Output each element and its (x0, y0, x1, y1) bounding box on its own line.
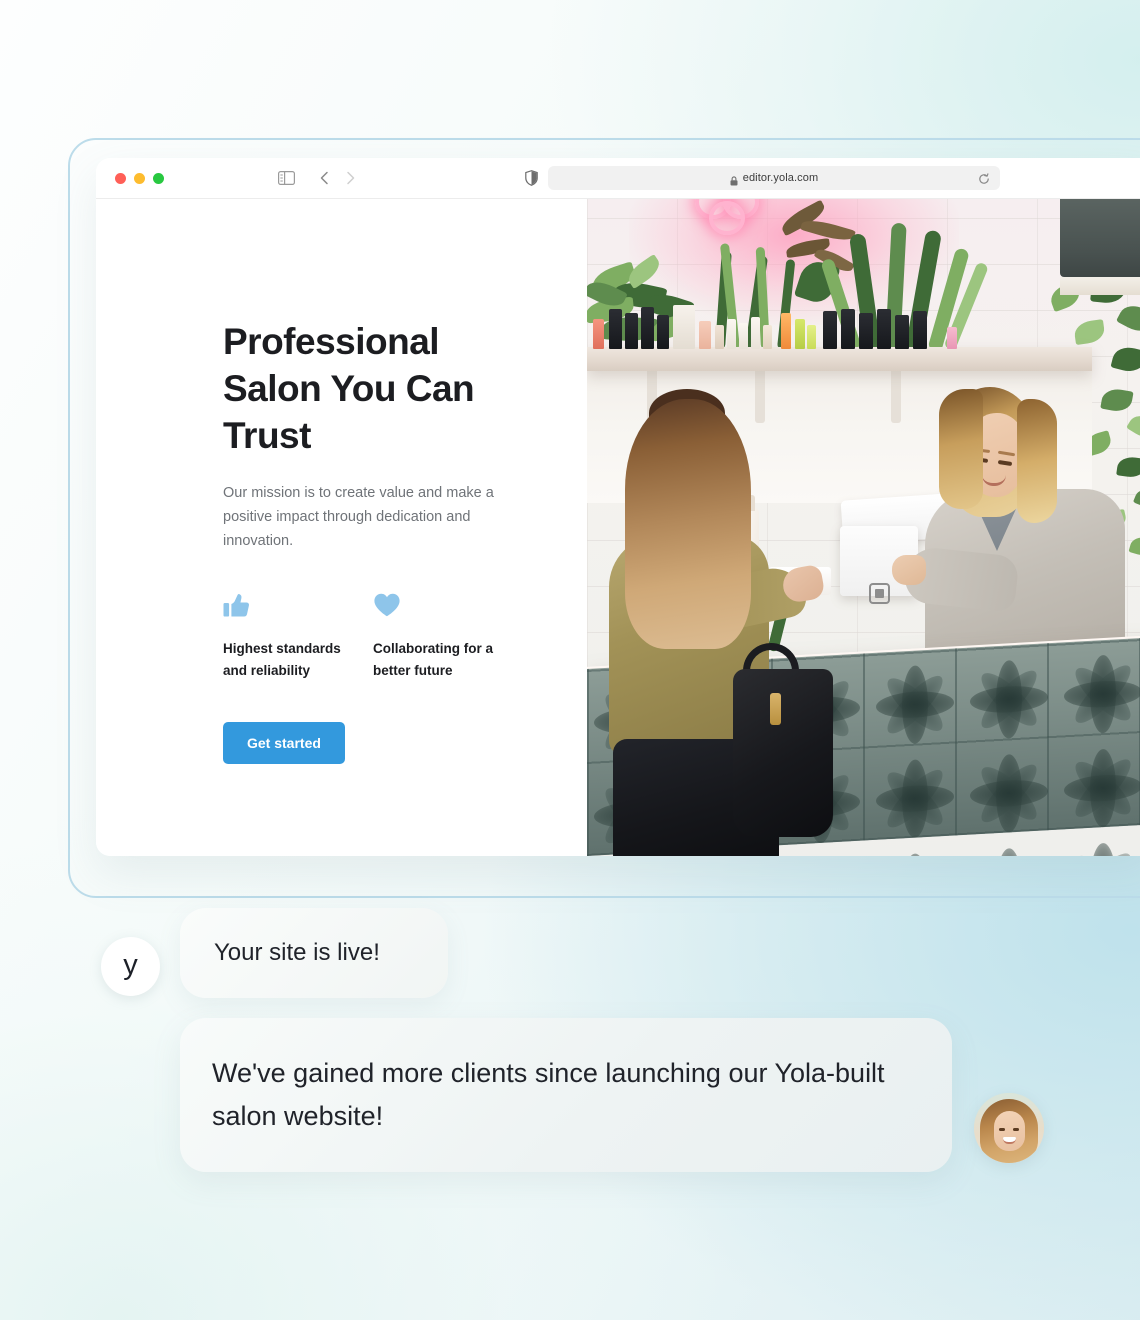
pos-card-reader-icon (869, 583, 890, 604)
chevron-right-icon[interactable] (341, 169, 359, 187)
salon-photo (587, 199, 1140, 856)
wall-cabinet (1060, 199, 1140, 277)
window-controls (115, 173, 164, 184)
hero-text-pane: Professional Salon You Can Trust Our mis… (96, 199, 587, 856)
chevron-left-icon[interactable] (316, 169, 334, 187)
product-shelf (587, 347, 1092, 371)
reload-icon[interactable] (978, 172, 990, 184)
page-title: Professional Salon You Can Trust (223, 321, 475, 456)
thumbs-up-icon (223, 591, 373, 621)
lock-icon (730, 173, 738, 186)
hero-image-pane (587, 199, 1140, 856)
url-text: editor.yola.com (742, 172, 819, 184)
close-button[interactable] (115, 173, 126, 184)
chat-bubble-site-live: Your site is live! (180, 908, 448, 998)
browser-window: editor.yola.com Professional Salon You C… (96, 158, 1140, 856)
cabinet-shelf-panel (1060, 277, 1140, 295)
hero-subtext: Our mission is to create value and make … (223, 485, 494, 549)
feature-label: Highest standards and reliability (223, 641, 341, 678)
neon-ring-icon (709, 201, 745, 235)
heart-icon (373, 591, 523, 621)
sidebar-toggle-icon[interactable] (278, 171, 296, 186)
page-root: editor.yola.com Professional Salon You C… (0, 0, 1140, 1320)
shelf-products (587, 287, 1007, 349)
get-started-button[interactable]: Get started (223, 722, 345, 764)
chat-message-text: Your site is live! (214, 939, 380, 966)
site-canvas: Professional Salon You Can Trust Our mis… (96, 199, 1140, 856)
testimonial-avatar (974, 1093, 1044, 1163)
address-bar[interactable]: editor.yola.com (548, 166, 1000, 190)
browser-toolbar: editor.yola.com (96, 158, 1140, 199)
feature-item-collaboration: Collaborating for a better future (373, 591, 523, 682)
yola-avatar: y (101, 937, 160, 996)
chat-message-text: We've gained more clients since launchin… (212, 1058, 885, 1131)
shelf-bracket (755, 371, 765, 423)
feature-row: Highest standards and reliability Collab… (223, 591, 523, 682)
maximize-button[interactable] (153, 173, 164, 184)
shelf-bracket (891, 371, 901, 423)
chat-bubble-testimonial: We've gained more clients since launchin… (180, 1018, 952, 1172)
shield-icon[interactable] (525, 170, 538, 186)
hero-content: Professional Salon You Can Trust Our mis… (223, 318, 523, 764)
feature-label: Collaborating for a better future (373, 641, 494, 678)
minimize-button[interactable] (134, 173, 145, 184)
feature-item-standards: Highest standards and reliability (223, 591, 373, 682)
yola-logo-icon: y (123, 948, 138, 981)
url-group: editor.yola.com (730, 172, 819, 186)
